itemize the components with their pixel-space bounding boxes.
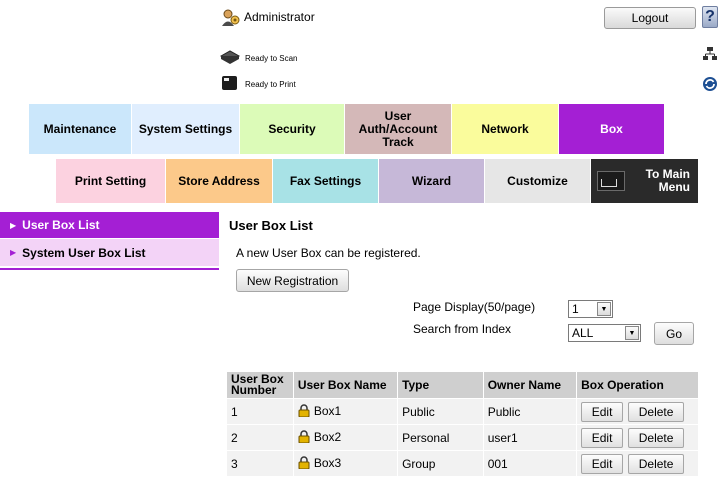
box-number: 2 (227, 425, 293, 450)
box-name-cell: Box2 (293, 425, 398, 450)
scanner-icon (219, 49, 241, 67)
network-icon[interactable] (702, 46, 718, 62)
edit-button[interactable]: Edit (581, 401, 624, 422)
page-title: User Box List (229, 218, 313, 233)
tab-user-auth-account-track[interactable]: User Auth/Account Track (345, 104, 451, 154)
box-owner: user1 (483, 425, 577, 450)
help-icon[interactable]: ? (702, 6, 718, 28)
tab-wizard[interactable]: Wizard (379, 159, 484, 203)
refresh-icon[interactable] (702, 76, 718, 92)
lock-icon (298, 403, 310, 420)
box-type: Personal (398, 425, 483, 450)
main-navigation: Maintenance System Settings Security Use… (0, 104, 718, 154)
edit-button[interactable]: Edit (581, 453, 624, 474)
page-display-label: Page Display(50/page) (413, 300, 536, 314)
header-box-name: User Box Name (293, 372, 398, 398)
triangle-right-icon: ▶ (10, 248, 17, 257)
tab-security[interactable]: Security (240, 104, 344, 154)
edit-button[interactable]: Edit (581, 427, 624, 448)
side-item-system-user-box-list[interactable]: ▶ System User Box List (0, 239, 219, 266)
header-owner-name: Owner Name (483, 372, 577, 398)
tab-network[interactable]: Network (452, 104, 558, 154)
header-type: Type (398, 372, 483, 398)
main-menu-icon (597, 171, 625, 191)
printer-icon (219, 74, 241, 95)
side-item-user-box-list[interactable]: ▶ User Box List (0, 212, 219, 238)
header-box-operation: Box Operation (577, 372, 698, 398)
search-index-select[interactable]: ALL ▼ (568, 324, 641, 342)
delete-button[interactable]: Delete (628, 427, 685, 448)
lock-icon (298, 429, 310, 446)
chevron-down-icon: ▼ (625, 326, 639, 340)
box-operation-cell: Edit Delete (577, 451, 698, 476)
box-name-cell: Box1 (293, 399, 398, 424)
print-status: Ready to Print (219, 74, 296, 95)
tab-system-settings[interactable]: System Settings (132, 104, 239, 154)
table-row: 2 Box2 Personal user1 Edit Delete (227, 425, 698, 450)
tab-maintenance[interactable]: Maintenance (29, 104, 131, 154)
user-box-table: User Box Number User Box Name Type Owner… (226, 371, 699, 477)
page-description: A new User Box can be registered. (236, 246, 421, 260)
table-header-row: User Box Number User Box Name Type Owner… (227, 372, 698, 398)
box-number: 3 (227, 451, 293, 476)
scan-status: Ready to Scan (219, 49, 298, 67)
user-role-label: Administrator (244, 10, 315, 24)
search-index-label: Search from Index (413, 322, 512, 336)
box-number: 1 (227, 399, 293, 424)
administrator-icon (221, 8, 241, 28)
tab-fax-settings[interactable]: Fax Settings (273, 159, 378, 203)
side-menu-divider (0, 268, 219, 270)
box-type: Group (398, 451, 483, 476)
header-box-number: User Box Number (227, 372, 293, 398)
scan-status-text: Ready to Scan (245, 53, 298, 63)
go-button[interactable]: Go (654, 322, 694, 345)
table-row: 1 Box1 Public Public Edit Delete (227, 399, 698, 424)
chevron-down-icon: ▼ (597, 302, 611, 316)
delete-button[interactable]: Delete (628, 401, 685, 422)
box-name-cell: Box3 (293, 451, 398, 476)
print-status-text: Ready to Print (245, 79, 296, 89)
new-registration-button[interactable]: New Registration (236, 269, 349, 292)
tab-box[interactable]: Box (559, 104, 664, 154)
tab-store-address[interactable]: Store Address (166, 159, 272, 203)
logout-button[interactable]: Logout (604, 7, 696, 29)
page-display-select[interactable]: 1 ▼ (568, 300, 613, 318)
box-operation-cell: Edit Delete (577, 399, 698, 424)
box-operation-cell: Edit Delete (577, 425, 698, 450)
delete-button[interactable]: Delete (628, 453, 685, 474)
tab-print-setting[interactable]: Print Setting (56, 159, 165, 203)
lock-icon (298, 455, 310, 472)
box-type: Public (398, 399, 483, 424)
box-owner: 001 (483, 451, 577, 476)
tab-customize[interactable]: Customize (485, 159, 590, 203)
side-menu: ▶ User Box List ▶ System User Box List (0, 212, 219, 266)
triangle-right-icon: ▶ (10, 220, 17, 230)
sub-navigation: Print Setting Store Address Fax Settings… (0, 159, 718, 203)
to-main-menu-button[interactable]: To Main Menu (591, 159, 698, 203)
box-owner: Public (483, 399, 577, 424)
table-row: 3 Box3 Group 001 Edit Delete (227, 451, 698, 476)
